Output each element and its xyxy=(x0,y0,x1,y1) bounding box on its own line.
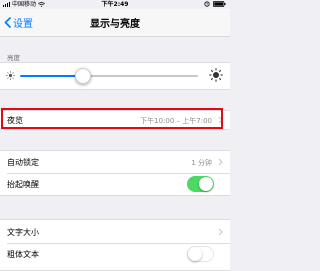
brightness-cell xyxy=(0,62,230,90)
brightness-section-label: 亮度 xyxy=(7,54,20,62)
brightness-slider[interactable] xyxy=(20,75,198,77)
auto-lock-label: 自动锁定 xyxy=(7,158,39,167)
alarm-icon xyxy=(204,1,210,7)
auto-lock-value: 1 分钟 xyxy=(191,159,212,167)
status-right xyxy=(204,1,226,7)
chevron-right-icon xyxy=(218,228,223,236)
raise-to-wake-label: 抬起唤醒 xyxy=(7,180,39,189)
night-shift-row[interactable]: 夜览 下午10:00 – 上午7:00 xyxy=(0,110,230,130)
bold-text-toggle[interactable] xyxy=(187,246,214,262)
brightness-low-icon xyxy=(6,71,15,80)
night-shift-value: 下午10:00 – 上午7:00 xyxy=(140,117,212,125)
page-title: 显示与亮度 xyxy=(90,19,140,30)
brightness-slider-track xyxy=(82,75,198,77)
toggle-thumb xyxy=(188,247,202,261)
bold-text-row: 粗体文本 xyxy=(0,243,230,270)
text-size-row[interactable]: 文字大小 xyxy=(0,220,230,243)
status-time: 下午2:49 xyxy=(101,1,129,8)
lock-group: 自动锁定 1 分钟 抬起唤醒 xyxy=(0,150,230,196)
brightness-slider-fill xyxy=(20,75,82,77)
battery-icon xyxy=(213,1,226,7)
night-shift-label: 夜览 xyxy=(7,116,23,125)
toggle-thumb xyxy=(199,177,213,191)
raise-to-wake-row: 抬起唤醒 xyxy=(0,173,230,195)
chevron-right-icon xyxy=(218,158,223,166)
status-bar: 中国移动 下午2:49 xyxy=(0,0,230,9)
raise-to-wake-toggle[interactable] xyxy=(187,176,214,192)
bold-text-label: 粗体文本 xyxy=(7,250,39,259)
text-group: 文字大小 粗体文本 xyxy=(0,219,230,271)
auto-lock-row[interactable]: 自动锁定 1 分钟 xyxy=(0,151,230,173)
navigation-bar: 设置 显示与亮度 xyxy=(0,9,230,37)
brightness-high-icon xyxy=(209,68,223,82)
chevron-right-icon xyxy=(218,116,223,124)
text-size-label: 文字大小 xyxy=(7,228,39,237)
brightness-slider-knob[interactable] xyxy=(75,68,91,84)
